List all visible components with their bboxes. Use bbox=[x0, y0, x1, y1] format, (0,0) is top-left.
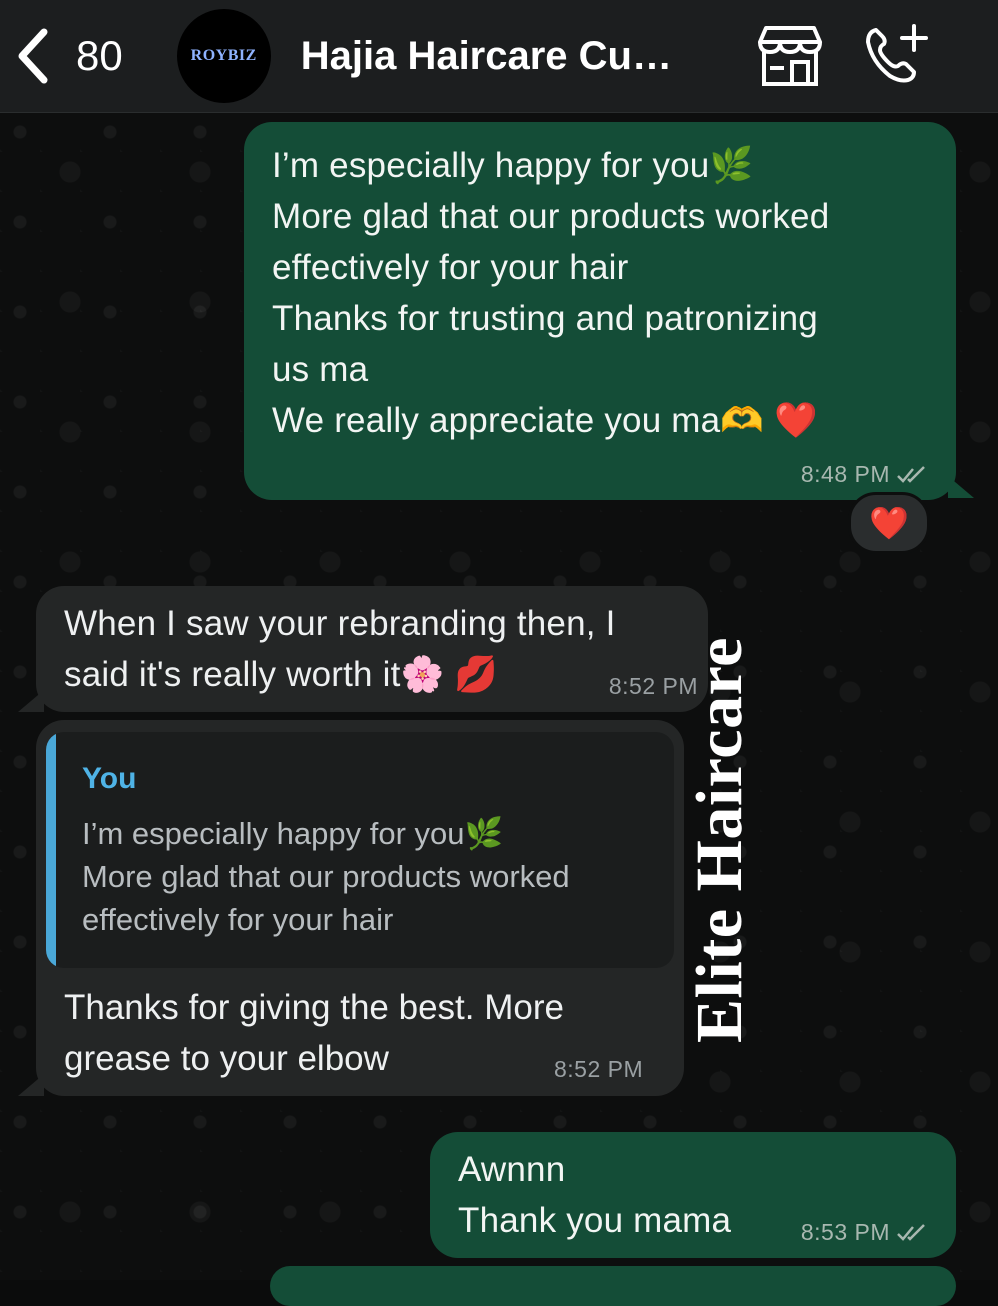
message-time: 8:52 PM bbox=[554, 1056, 643, 1083]
message-reaction[interactable]: ❤️ bbox=[848, 492, 930, 554]
message-line: effectively for your hair bbox=[272, 248, 629, 287]
message-text: When I saw your rebranding then, I said … bbox=[64, 598, 680, 700]
message-time: 8:53 PM bbox=[801, 1219, 928, 1246]
quoted-message[interactable]: You I’m especially happy for you🌿 More g… bbox=[46, 732, 674, 968]
heart-reaction-icon: ❤️ bbox=[869, 505, 909, 541]
add-call-icon[interactable] bbox=[860, 22, 932, 86]
message-line: More glad that our products worked bbox=[272, 197, 830, 236]
quote-author: You bbox=[82, 762, 137, 795]
message-line: grease to your elbow bbox=[64, 1039, 389, 1078]
outgoing-message[interactable]: Awnnn Thank you mama 8:53 PM bbox=[430, 1132, 956, 1258]
quote-accent-bar bbox=[46, 732, 56, 968]
unread-count: 80 bbox=[76, 32, 123, 79]
read-ticks-icon bbox=[897, 1223, 925, 1241]
watermark: Elite Haircare bbox=[680, 560, 760, 1120]
message-line: We really appreciate you ma🫶 ❤️ bbox=[272, 401, 818, 440]
message-line: I’m especially happy for you🌿 bbox=[272, 146, 754, 185]
message-time: 8:48 PM bbox=[801, 461, 928, 488]
avatar[interactable]: ROYBIZ bbox=[176, 9, 271, 103]
bubble-tail bbox=[18, 690, 44, 712]
time-text: 8:48 PM bbox=[800, 461, 890, 487]
time-text: 8:52 PM bbox=[554, 1056, 644, 1082]
chat-header: 80 ROYBIZ Hajia Haircare Cu… bbox=[0, 0, 998, 113]
message-line: said it's really worth it🌸 💋 bbox=[64, 655, 498, 694]
quote-line: I’m especially happy for you🌿 bbox=[82, 816, 504, 851]
back-button[interactable]: 80 bbox=[14, 26, 123, 86]
quote-text: I’m especially happy for you🌿 More glad … bbox=[82, 812, 570, 941]
outgoing-message-partial[interactable] bbox=[270, 1266, 956, 1306]
message-line: Thanks for trusting and patronizing bbox=[272, 299, 818, 338]
message-line: When I saw your rebranding then, I bbox=[64, 604, 616, 643]
message-line: Thanks for giving the best. More bbox=[64, 988, 564, 1027]
message-line: Awnnn bbox=[458, 1150, 566, 1189]
chevron-left-icon bbox=[18, 28, 48, 84]
watermark-text: Elite Haircare bbox=[683, 637, 756, 1043]
quote-line: More glad that our products worked bbox=[82, 859, 570, 894]
bubble-tail bbox=[948, 476, 974, 498]
avatar-logo-text: ROYBIZ bbox=[190, 47, 257, 64]
read-ticks-icon bbox=[897, 465, 925, 483]
time-text: 8:53 PM bbox=[800, 1219, 890, 1245]
storefront-icon[interactable] bbox=[754, 22, 826, 90]
chat-title[interactable]: Hajia Haircare Cu… bbox=[301, 34, 721, 79]
message-line: us ma bbox=[272, 350, 369, 389]
quote-line: effectively for your hair bbox=[82, 902, 394, 937]
incoming-message[interactable]: When I saw your rebranding then, I said … bbox=[36, 586, 708, 712]
bubble-tail bbox=[18, 1074, 44, 1096]
message-text: I’m especially happy for you🌿 More glad … bbox=[272, 140, 928, 446]
message-text: Thanks for giving the best. More grease … bbox=[64, 982, 564, 1084]
outgoing-message[interactable]: I’m especially happy for you🌿 More glad … bbox=[244, 122, 956, 500]
